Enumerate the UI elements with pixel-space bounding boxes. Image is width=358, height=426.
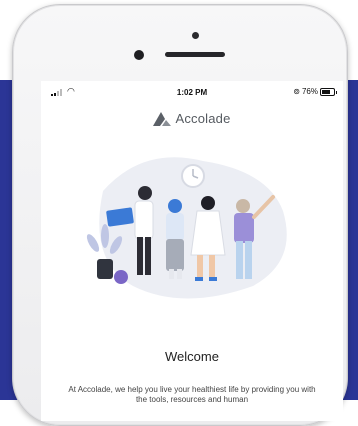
welcome-body: At Accolade, we help you live your healt… [68, 385, 316, 404]
battery-percent: 76% [301, 87, 318, 96]
app-screen: ◠ 1:02 PM ⊚ 76% Accolade Welcome At Acco… [41, 81, 343, 421]
wall-clock-icon [181, 164, 205, 188]
welcome-title: Welcome [165, 349, 219, 364]
battery-area: ⊚ 76% [293, 87, 337, 96]
brand-name: Accolade [175, 110, 231, 126]
welcome-illustration [86, 157, 287, 299]
front-camera [134, 50, 144, 60]
brand-header: Accolade [41, 108, 343, 128]
camera-dot [192, 32, 199, 39]
battery-icon [320, 87, 337, 96]
earpiece-speaker [165, 52, 225, 57]
accolade-logo-icon [153, 112, 172, 126]
orientation-lock-icon: ⊚ [293, 87, 300, 96]
phone-frame: ◠ 1:02 PM ⊚ 76% Accolade Welcome At Acco… [12, 4, 348, 426]
status-bar: ◠ 1:02 PM ⊚ 76% [41, 81, 343, 103]
